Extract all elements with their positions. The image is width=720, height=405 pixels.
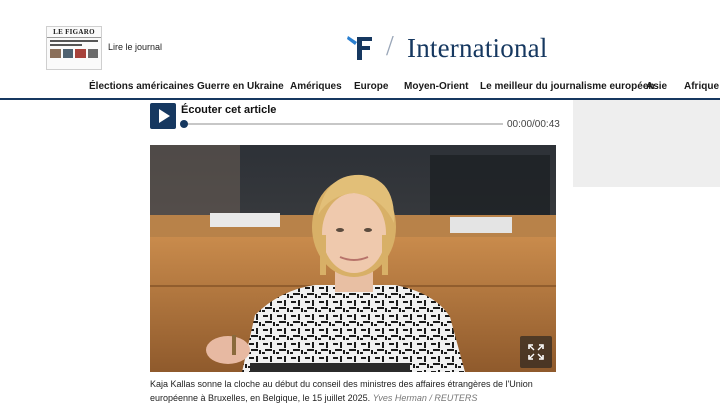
read-journal-link[interactable]: Lire le journal <box>108 42 162 52</box>
nav-item-europe[interactable]: Europe <box>354 81 388 92</box>
photo-caption: Kaja Kallas sonne la cloche au début du … <box>150 378 560 405</box>
photo-credit: Yves Herman / REUTERS <box>372 392 478 403</box>
nav-item-guerre-en-ukraine[interactable]: Guerre en Ukraine <box>197 81 284 92</box>
thumbnail-masthead: LE FIGARO <box>47 27 101 38</box>
title-separator: / <box>386 31 394 62</box>
audio-progress-track[interactable] <box>183 123 503 125</box>
article-photo[interactable] <box>150 145 556 372</box>
thumbnail-headline-line <box>50 44 83 46</box>
article-photo-illustration <box>150 145 556 372</box>
nav-item-ameriques[interactable]: Amériques <box>290 81 342 92</box>
audio-title: Écouter cet article <box>181 104 277 116</box>
section-nav: Élections américaines Guerre en Ukraine … <box>0 77 720 97</box>
figaro-f-logo-icon[interactable] <box>346 33 374 61</box>
play-icon[interactable] <box>150 103 176 129</box>
side-ad-placeholder <box>573 100 720 187</box>
audio-progress-knob[interactable] <box>180 120 188 128</box>
section-title[interactable]: International <box>407 31 548 65</box>
expand-icon <box>528 344 544 360</box>
thumbnail-photos <box>50 49 98 58</box>
site-header: LE FIGARO Lire le journal / Internationa… <box>0 0 720 100</box>
nav-item-elections-americaines[interactable]: Élections américaines <box>89 81 194 92</box>
thumbnail-headline-line <box>50 40 98 42</box>
nav-item-asie[interactable]: Asie <box>646 81 667 92</box>
nav-item-afrique[interactable]: Afrique <box>684 81 719 92</box>
audio-time: 00:00/00:43 <box>507 119 560 130</box>
journal-thumbnail[interactable]: LE FIGARO <box>46 26 102 70</box>
nav-item-moyen-orient[interactable]: Moyen-Orient <box>404 81 468 92</box>
nav-item-journalisme-europeen[interactable]: Le meilleur du journalisme européen <box>480 81 655 92</box>
expand-photo-button[interactable] <box>520 336 552 368</box>
